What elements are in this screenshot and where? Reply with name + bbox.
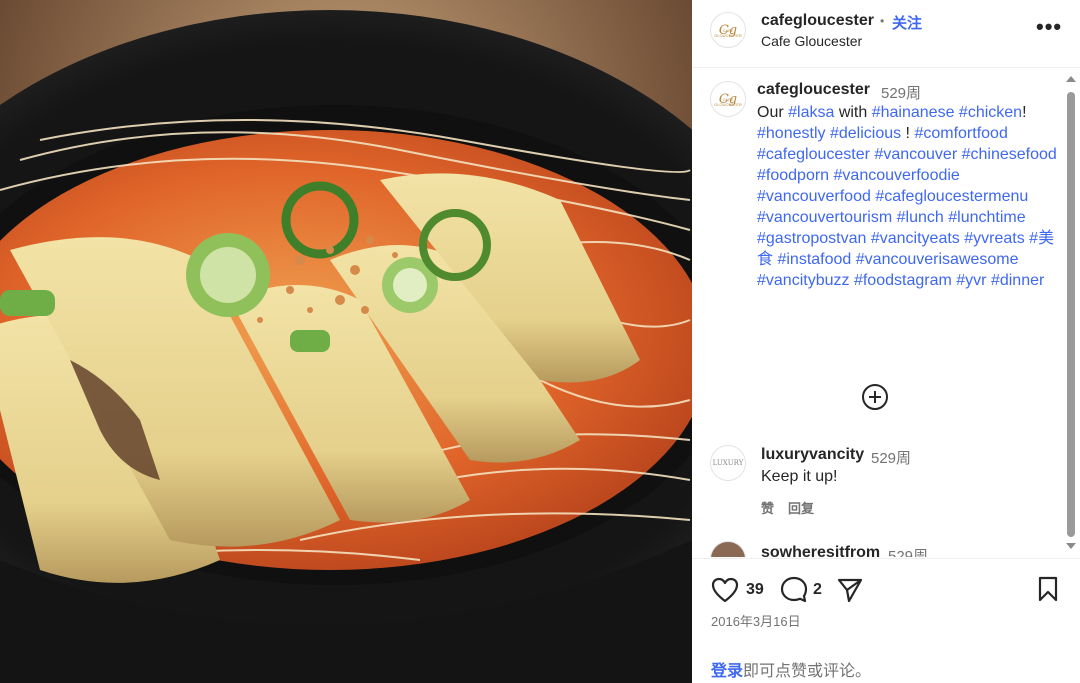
- caption-avatar[interactable]: Cg CAFE GLOUCESTER: [710, 81, 746, 117]
- follow-button[interactable]: 关注: [892, 12, 922, 33]
- comment-username[interactable]: sowheresitfrom: [761, 544, 880, 557]
- hashtag-link[interactable]: #comfortfood: [914, 125, 1007, 142]
- comments-scrollbar[interactable]: [1062, 68, 1080, 557]
- caption-segment: Our: [757, 104, 789, 121]
- post-panel: Cg CAFE GLOUCESTER cafegloucester • 关注 C…: [692, 0, 1080, 683]
- hashtag-link[interactable]: #yvr: [956, 272, 986, 289]
- hashtag-link[interactable]: #vancouverisawesome: [856, 251, 1019, 268]
- likes-count[interactable]: 39: [746, 581, 764, 599]
- hashtag-link[interactable]: #lunchtime: [948, 209, 1025, 226]
- reply-button[interactable]: 回复: [788, 501, 814, 516]
- hashtag-link[interactable]: #vancityeats: [871, 230, 960, 247]
- hashtag-link[interactable]: #dinner: [991, 272, 1044, 289]
- scrollbar-thumb[interactable]: [1067, 92, 1075, 537]
- caption-text: Our #laksa with #hainanese #chicken! #ho…: [757, 102, 1057, 291]
- login-prompt: 登录即可点赞或评论。: [711, 657, 871, 681]
- hashtag-link[interactable]: #honestly: [757, 125, 826, 142]
- hashtag-link[interactable]: #foodporn: [757, 167, 829, 184]
- scrollbar-graphic: [1066, 76, 1076, 549]
- location-link[interactable]: Cafe Gloucester: [761, 33, 862, 49]
- hashtag-link[interactable]: #instafood: [777, 251, 851, 268]
- login-prompt-text: 即可点赞或评论。: [743, 663, 872, 680]
- comment-actions: 赞回复: [761, 498, 828, 517]
- caption-username[interactable]: cafegloucester: [757, 81, 870, 99]
- comment-time[interactable]: 529周: [888, 545, 928, 557]
- hashtag-link[interactable]: #vancouver: [874, 146, 957, 163]
- caption-segment: !: [901, 125, 915, 142]
- comment-time[interactable]: 529周: [871, 447, 911, 468]
- comment-username[interactable]: luxuryvancity: [761, 446, 864, 464]
- laksa-photo: [0, 0, 692, 683]
- comments-count[interactable]: 2: [813, 581, 822, 599]
- hashtag-link[interactable]: #delicious: [830, 125, 901, 142]
- post-date[interactable]: 2016年3月16日: [711, 611, 801, 630]
- comment-text: Keep it up!: [761, 468, 838, 485]
- hashtag-link[interactable]: #vancouverfood: [757, 188, 871, 205]
- hashtag-link[interactable]: #cafegloucester: [757, 146, 870, 163]
- hashtag-link[interactable]: #gastropostvan: [757, 230, 866, 247]
- brand-sub: CAFE GLOUCESTER: [714, 97, 742, 107]
- brand-sub: CAFE GLOUCESTER: [714, 28, 742, 38]
- commenter-avatar[interactable]: [710, 541, 746, 557]
- caption-segment: !: [1022, 104, 1027, 121]
- hashtag-link[interactable]: #vancouvertourism: [757, 209, 892, 226]
- post-header: Cg CAFE GLOUCESTER cafegloucester • 关注 C…: [692, 0, 1080, 68]
- comments-scroll-area[interactable]: Cg CAFE GLOUCESTER cafegloucester 529周 O…: [692, 69, 1064, 557]
- hashtag-link[interactable]: #vancouverfoodie: [834, 167, 960, 184]
- like-comment-button[interactable]: 赞: [761, 501, 774, 516]
- add-circle-icon[interactable]: [861, 383, 889, 411]
- caption-time[interactable]: 529周: [881, 82, 921, 103]
- commenter-avatar-text: LUXURY: [712, 459, 744, 467]
- hashtag-link[interactable]: #hainanese: [872, 104, 955, 121]
- heart-icon[interactable]: [711, 577, 739, 603]
- scroll-down-icon[interactable]: [1066, 543, 1076, 549]
- hashtag-link[interactable]: #lunch: [897, 209, 944, 226]
- hashtag-link[interactable]: #vancitybuzz: [757, 272, 850, 289]
- caption-segment: with: [834, 104, 872, 121]
- hashtag-link[interactable]: #foodstagram: [854, 272, 952, 289]
- actions-bar: 39 2 2016年3月16日 登录即可点赞或评论。: [692, 558, 1080, 683]
- hashtag-link[interactable]: #chinesefood: [962, 146, 1057, 163]
- more-icon[interactable]: •••: [1036, 14, 1062, 40]
- hashtag-link[interactable]: #yvreats: [964, 230, 1024, 247]
- share-icon[interactable]: [836, 576, 864, 604]
- hashtag-link[interactable]: #cafegloucestermenu: [875, 188, 1028, 205]
- login-link[interactable]: 登录: [711, 663, 743, 680]
- commenter-avatar[interactable]: LUXURY: [710, 445, 746, 481]
- author-username[interactable]: cafegloucester: [761, 12, 874, 30]
- scroll-up-icon[interactable]: [1066, 76, 1076, 82]
- bookmark-icon[interactable]: [1037, 576, 1059, 602]
- post-image[interactable]: [0, 0, 692, 683]
- author-avatar[interactable]: Cg CAFE GLOUCESTER: [710, 12, 746, 48]
- hashtag-link[interactable]: #chicken: [959, 104, 1022, 121]
- separator-dot: •: [880, 14, 885, 28]
- comment-icon[interactable]: [779, 575, 809, 605]
- hashtag-link[interactable]: #laksa: [788, 104, 834, 121]
